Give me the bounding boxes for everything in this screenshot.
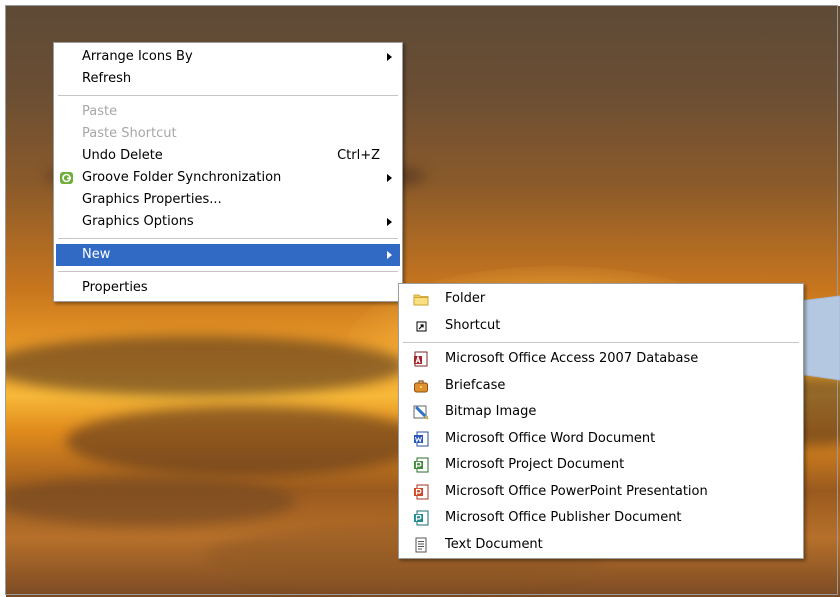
submenu-item-project-document[interactable]: Microsoft Project Document xyxy=(401,452,801,479)
word-icon xyxy=(414,431,429,446)
menu-separator xyxy=(58,238,398,239)
menu-item-label: Arrange Icons By xyxy=(82,49,193,64)
project-icon xyxy=(414,457,429,473)
menu-separator xyxy=(58,271,398,272)
new-submenu: Folder Shortcut Microsoft Office Access … xyxy=(398,283,804,559)
menu-item-label: Microsoft Office Word Document xyxy=(445,430,656,446)
menu-separator xyxy=(58,95,398,96)
menu-item-refresh[interactable]: Refresh xyxy=(56,68,400,90)
menu-item-shortcut: Ctrl+Z xyxy=(337,148,380,163)
menu-item-label: Graphics Properties... xyxy=(82,192,222,207)
menu-separator xyxy=(403,342,799,343)
folder-icon xyxy=(413,294,429,306)
menu-item-label: Shortcut xyxy=(445,317,501,333)
menu-item-graphics-options[interactable]: Graphics Options xyxy=(56,211,400,233)
submenu-arrow-icon xyxy=(387,174,392,182)
submenu-item-shortcut[interactable]: Shortcut xyxy=(401,313,801,340)
menu-item-label: Briefcase xyxy=(445,377,506,393)
menu-item-new[interactable]: New xyxy=(56,244,400,266)
menu-item-label: Graphics Options xyxy=(82,214,194,229)
menu-item-properties[interactable]: Properties xyxy=(56,277,400,299)
menu-item-label: Microsoft Project Document xyxy=(445,457,625,472)
desktop-context-menu: Arrange Icons By Refresh Paste Paste Sho… xyxy=(53,42,403,302)
menu-item-undo-delete[interactable]: Undo Delete Ctrl+Z xyxy=(56,145,400,167)
groove-icon xyxy=(60,172,73,184)
shortcut-icon xyxy=(416,321,427,331)
submenu-item-word-document[interactable]: Microsoft Office Word Document xyxy=(401,426,801,453)
powerpoint-icon xyxy=(414,484,429,499)
menu-item-label: Properties xyxy=(82,280,148,295)
menu-item-paste: Paste xyxy=(56,101,400,123)
text-document-icon xyxy=(415,537,427,552)
menu-item-paste-shortcut: Paste Shortcut xyxy=(56,123,400,145)
submenu-item-bitmap-image[interactable]: Bitmap Image xyxy=(401,399,801,426)
submenu-arrow-icon xyxy=(387,251,392,259)
menu-item-label: Bitmap Image xyxy=(445,404,537,419)
menu-item-label: Folder xyxy=(445,291,486,306)
submenu-item-publisher-document[interactable]: Microsoft Office Publisher Document xyxy=(401,505,801,532)
menu-item-groove-folder-sync[interactable]: Groove Folder Synchronization xyxy=(56,167,400,189)
menu-item-label: Microsoft Office Access 2007 Database xyxy=(445,351,699,366)
menu-item-label: Paste Shortcut xyxy=(82,126,177,141)
bitmap-icon xyxy=(413,405,429,420)
submenu-item-text-document[interactable]: Text Document xyxy=(401,532,801,559)
submenu-arrow-icon xyxy=(387,218,392,226)
submenu-item-powerpoint-presentation[interactable]: Microsoft Office PowerPoint Presentation xyxy=(401,479,801,506)
menu-item-label: New xyxy=(82,247,111,262)
menu-item-label: Refresh xyxy=(82,71,132,86)
menu-item-label: Text Document xyxy=(445,536,543,552)
menu-item-label: Paste xyxy=(82,104,118,119)
menu-item-label: Microsoft Office PowerPoint Presentation xyxy=(445,483,708,499)
access-icon xyxy=(414,351,428,367)
publisher-icon xyxy=(414,510,429,526)
menu-item-label: Groove Folder Synchronization xyxy=(82,170,282,185)
menu-item-arrange-icons-by[interactable]: Arrange Icons By xyxy=(56,46,400,68)
submenu-item-folder[interactable]: Folder xyxy=(401,286,801,313)
menu-item-label: Undo Delete xyxy=(82,148,163,163)
menu-item-graphics-properties[interactable]: Graphics Properties... xyxy=(56,189,400,211)
menu-item-label: Microsoft Office Publisher Document xyxy=(445,510,682,525)
submenu-arrow-icon xyxy=(387,53,392,61)
submenu-item-access-database[interactable]: Microsoft Office Access 2007 Database xyxy=(401,346,801,373)
submenu-item-briefcase[interactable]: Briefcase xyxy=(401,373,801,400)
briefcase-icon xyxy=(414,379,428,392)
